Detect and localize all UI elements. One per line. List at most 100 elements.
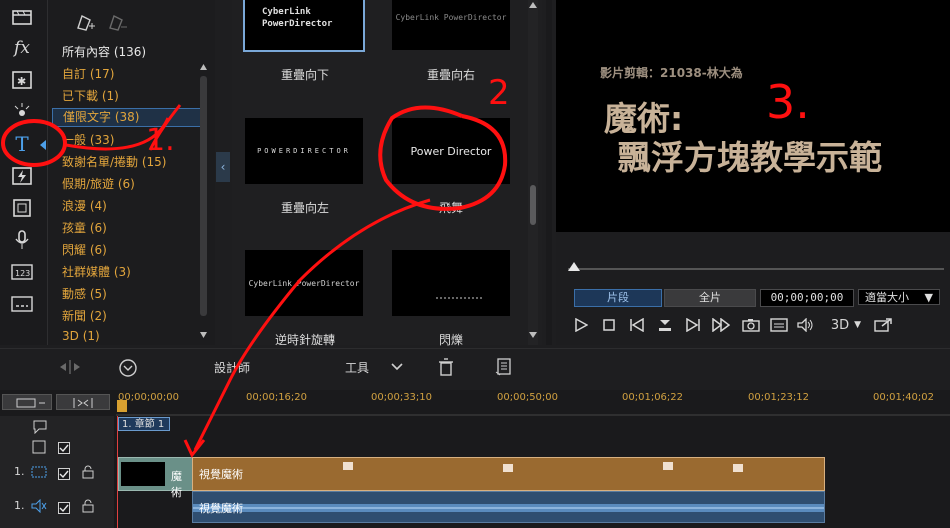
subtitle-room-icon[interactable] bbox=[9, 197, 35, 219]
import-template-icon[interactable] bbox=[74, 10, 96, 36]
audio-track-checkbox[interactable] bbox=[58, 499, 70, 518]
category-item[interactable]: 閃耀 (6) bbox=[62, 241, 107, 258]
remove-template-icon[interactable] bbox=[106, 10, 128, 36]
template-scrollbar[interactable] bbox=[528, 0, 538, 345]
template-thumbnail[interactable]: CyberLink PowerDirector bbox=[245, 250, 363, 316]
chapter-track-header bbox=[0, 416, 114, 436]
fit-size-label: 適當大小 bbox=[865, 291, 909, 304]
play-icon[interactable] bbox=[572, 316, 590, 334]
audio-track-lock-icon[interactable] bbox=[82, 498, 94, 517]
delete-trash-icon[interactable] bbox=[438, 358, 454, 380]
dropdown-arrow-icon: ▼ bbox=[854, 320, 862, 330]
title-clip-thumbnail bbox=[121, 462, 165, 486]
particle-room-icon[interactable] bbox=[9, 100, 35, 122]
snapshot-camera-icon[interactable] bbox=[742, 316, 760, 334]
audio-clip-label: 視覺魔術 bbox=[199, 502, 243, 515]
media-room-icon[interactable] bbox=[9, 6, 35, 28]
next-frame-icon[interactable] bbox=[684, 316, 702, 334]
title-room-icon[interactable]: T bbox=[9, 132, 35, 156]
category-all[interactable]: 所有內容 (136) bbox=[62, 43, 146, 60]
fast-forward-icon[interactable] bbox=[712, 316, 730, 334]
category-item[interactable]: 假期/旅遊 (6) bbox=[62, 175, 135, 192]
panel-splitter[interactable] bbox=[546, 0, 552, 345]
template-thumbnail[interactable]: Power Director bbox=[392, 118, 510, 184]
video-clip[interactable]: 視覺魔術 bbox=[192, 457, 825, 491]
audio-track-number: 1. bbox=[14, 499, 25, 512]
volume-icon[interactable] bbox=[797, 316, 815, 334]
fit-timeline-button[interactable] bbox=[56, 394, 110, 410]
video-track-number: 1. bbox=[14, 465, 25, 478]
dropdown-arrow-icon: ▼ bbox=[924, 291, 933, 304]
subtitle-toggle-icon[interactable] bbox=[770, 316, 788, 334]
category-item[interactable]: 致謝名單/捲動 (15) bbox=[62, 153, 167, 170]
video-clip-label: 視覺魔術 bbox=[199, 468, 243, 481]
category-item[interactable]: 3D (1) bbox=[62, 329, 100, 343]
ruler-timecode: 00;01;40;02 bbox=[873, 392, 935, 403]
title-clip-label: 魔術 bbox=[171, 470, 182, 499]
title-category-panel: 所有內容 (136) 自訂 (17) 已下載 (1) 僅限文字 (38) 一般 … bbox=[48, 0, 215, 345]
split-marker-icon[interactable] bbox=[656, 316, 674, 334]
category-scrollbar[interactable] bbox=[199, 62, 208, 342]
template-thumbnail[interactable]: POWERDIRECTOR bbox=[245, 118, 363, 184]
audio-clip[interactable]: 視覺魔術 bbox=[192, 491, 825, 523]
designer-button[interactable]: 設計師 bbox=[214, 359, 250, 376]
collapse-panel-button[interactable]: ‹ bbox=[216, 152, 230, 182]
ruler-ticks bbox=[116, 414, 950, 416]
preview-credit-text: 影片剪輯：21038-林大為 bbox=[600, 66, 743, 80]
video-track-lock-icon[interactable] bbox=[82, 464, 94, 483]
produce-list-icon[interactable] bbox=[495, 358, 511, 380]
clip-mode-tab[interactable]: 片段 bbox=[574, 289, 662, 307]
preview-seek-track[interactable] bbox=[568, 268, 944, 270]
timecode-display[interactable]: 00;00;00;00 bbox=[760, 289, 854, 307]
video-track-checkbox[interactable] bbox=[58, 465, 70, 484]
3d-mode-label: 3D bbox=[830, 317, 850, 333]
category-item[interactable]: 浪漫 (4) bbox=[62, 197, 107, 214]
template-thumbnail-selected[interactable]: CyberLink PowerDirector bbox=[243, 0, 365, 52]
3d-mode-dropdown[interactable]: 3D ▼ bbox=[826, 316, 866, 334]
track-manager-button[interactable] bbox=[2, 394, 52, 410]
split-clip-icon[interactable] bbox=[58, 359, 82, 379]
fit-size-dropdown[interactable]: 適當大小 ▼ bbox=[858, 289, 940, 305]
audio-track-speaker-icon bbox=[31, 498, 47, 517]
ruler-timecode: 00;01;06;22 bbox=[622, 392, 684, 403]
category-item-selected[interactable]: 僅限文字 (38) bbox=[52, 108, 204, 127]
template-label: 閃爍 bbox=[438, 333, 463, 347]
fx-room-icon[interactable]: fx bbox=[9, 37, 35, 59]
category-item[interactable]: 新聞 (2) bbox=[62, 307, 107, 324]
transition-room-icon[interactable] bbox=[9, 165, 35, 187]
tools-button[interactable]: 工具 bbox=[345, 359, 369, 376]
category-item[interactable]: 孩童 (6) bbox=[62, 219, 107, 236]
voiceover-microphone-icon[interactable] bbox=[9, 229, 35, 251]
category-item[interactable]: 自訂 (17) bbox=[62, 65, 114, 82]
preview-window: 影片剪輯：21038-林大為 魔術: 飄浮方塊教學示範 bbox=[556, 0, 950, 232]
fix-enhance-icon[interactable] bbox=[118, 358, 138, 382]
subtitle-track-icon[interactable] bbox=[9, 293, 35, 315]
svg-text:123: 123 bbox=[15, 269, 30, 278]
preview-seekbar-area bbox=[556, 232, 950, 278]
category-item[interactable]: 一般 (33) bbox=[62, 131, 114, 148]
template-thumbnail[interactable]: CyberLink PowerDirector bbox=[392, 0, 510, 50]
preview-seek-slider[interactable] bbox=[568, 262, 580, 271]
template-label: 飛舞 bbox=[438, 201, 463, 215]
category-item[interactable]: 已下載 (1) bbox=[62, 87, 119, 104]
template-preview-text: CyberLink PowerDirector bbox=[248, 278, 360, 288]
pip-room-icon[interactable]: ✱ bbox=[9, 69, 35, 91]
undock-preview-icon[interactable] bbox=[874, 316, 892, 334]
chapter-room-icon[interactable]: 123 bbox=[9, 261, 35, 283]
movie-mode-tab[interactable]: 全片 bbox=[664, 289, 756, 307]
template-preview-text: Power Director bbox=[410, 144, 492, 158]
template-label: 重疊向右 bbox=[426, 68, 475, 82]
title-clip[interactable]: 魔術 bbox=[118, 457, 193, 499]
preview-title-line2: 飄浮方塊教學示範 bbox=[618, 138, 882, 177]
template-thumbnail[interactable] bbox=[392, 250, 510, 316]
video-clip-filmstrip bbox=[193, 458, 824, 490]
ruler-timecode: 00;00;50;00 bbox=[497, 392, 559, 403]
category-item[interactable]: 社群媒體 (3) bbox=[62, 263, 131, 280]
playhead-line bbox=[117, 416, 118, 528]
stop-icon[interactable] bbox=[600, 316, 618, 334]
tools-dropdown-chevron-icon[interactable] bbox=[390, 359, 404, 378]
title-template-grid: CyberLink PowerDirector 重疊向下 CyberLink P… bbox=[232, 0, 542, 347]
chapter-marker[interactable]: 1. 章節 1 bbox=[118, 417, 170, 431]
category-item[interactable]: 動感 (5) bbox=[62, 285, 107, 302]
previous-frame-icon[interactable] bbox=[628, 316, 646, 334]
